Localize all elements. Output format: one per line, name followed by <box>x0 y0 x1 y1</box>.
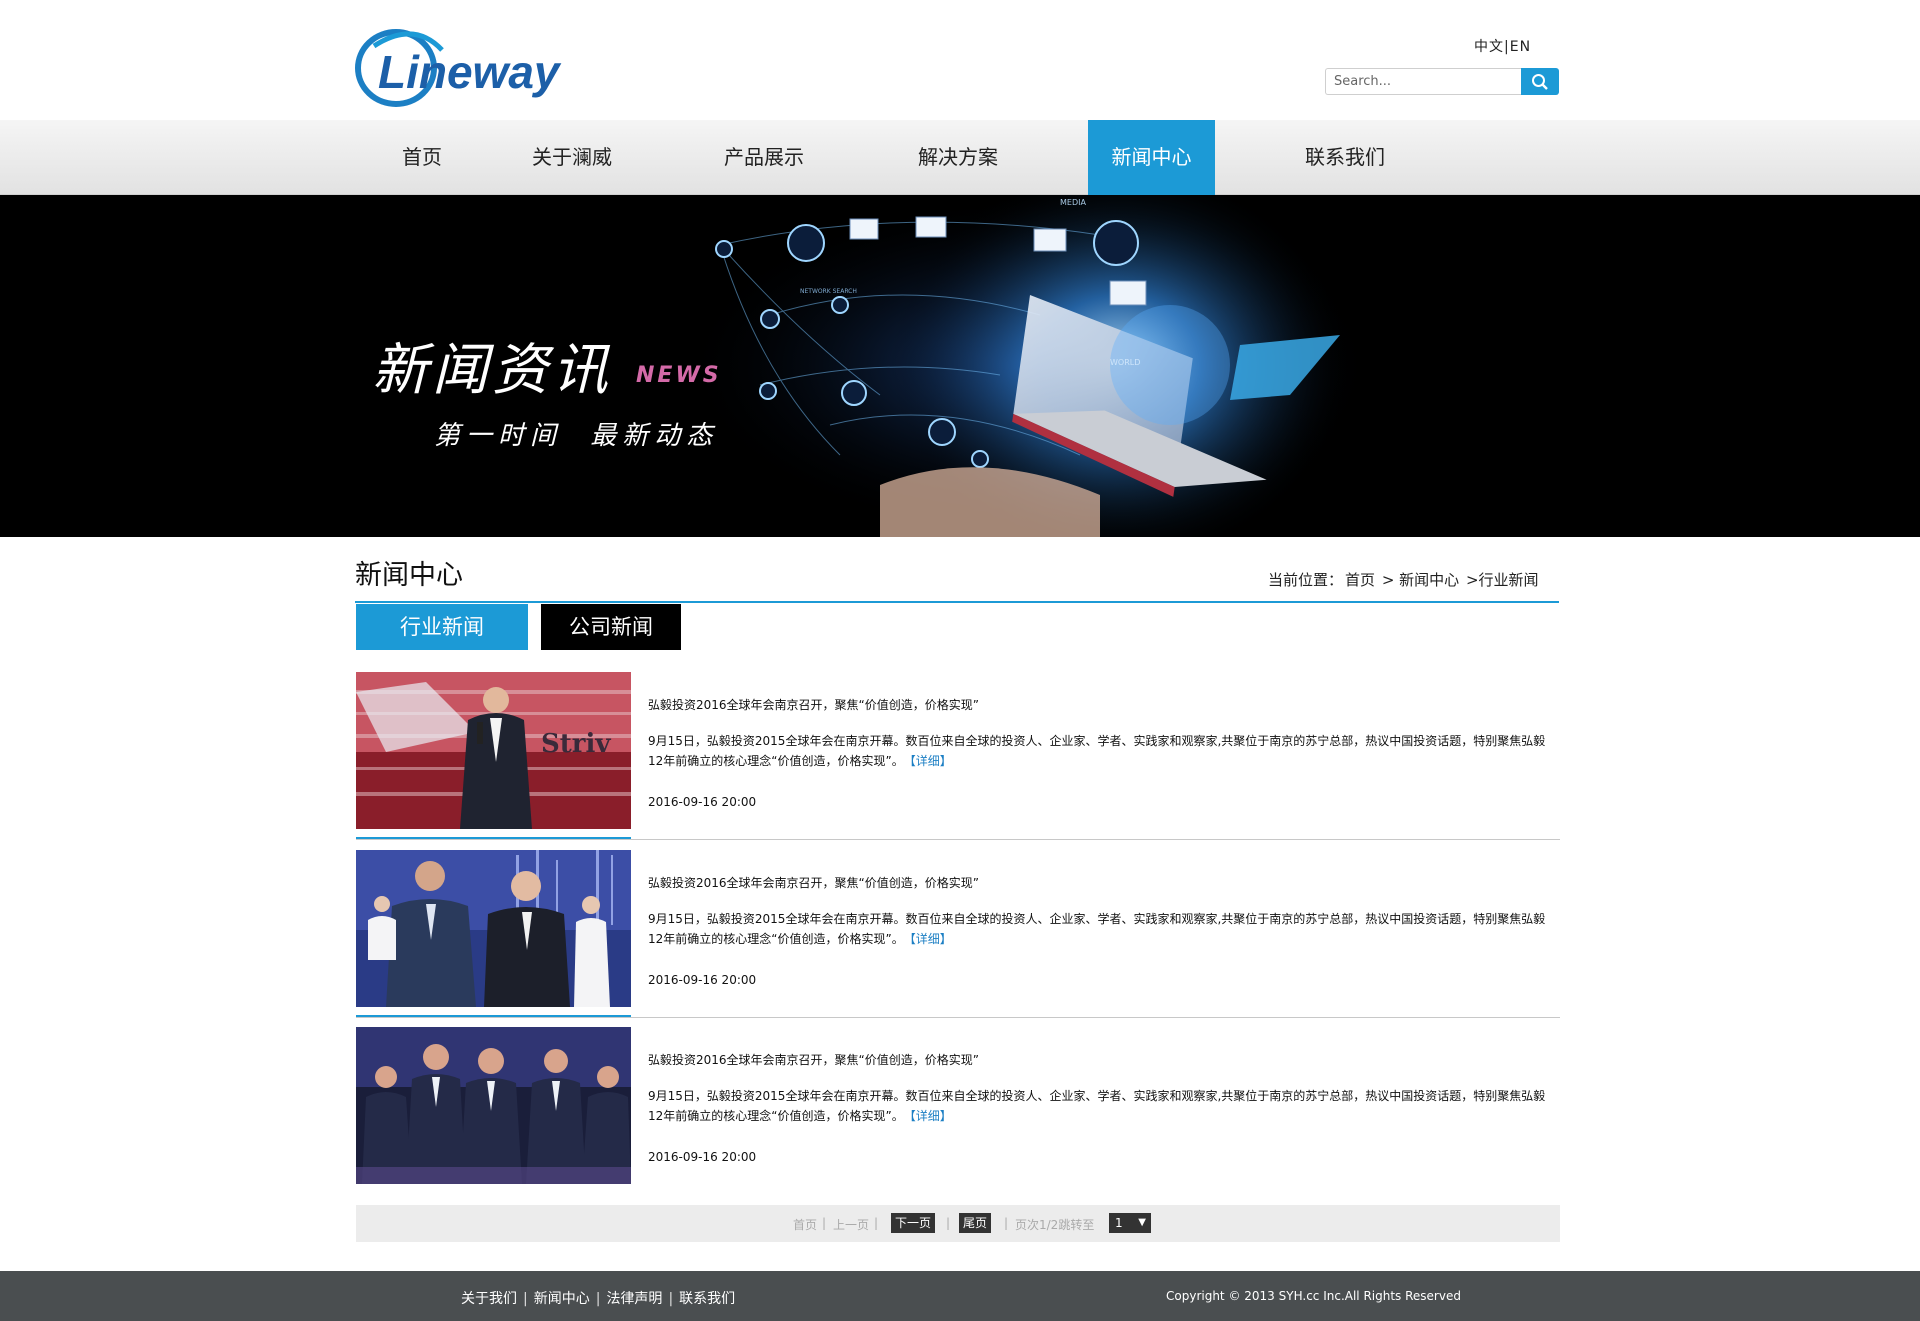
news-photo-speaker: Striv <box>356 672 631 829</box>
site-footer: 关于我们 | 新闻中心 | 法律声明 | 联系我们 Copyright © 2013 SYH… <box>0 1271 1920 1321</box>
news-more-link[interactable]: 【详细】 <box>910 1109 952 1123</box>
pager-separator: | <box>1004 1216 1009 1230</box>
banner-title-en: NEWS <box>636 363 722 388</box>
footer-link-legal[interactable]: 法律声明 <box>606 1291 662 1307</box>
search-box <box>1325 68 1559 95</box>
news-desc-text: 9月15日，弘毅投资2015全球年会在南京开幕。数百位来自全球的投资人、企业家、… <box>648 734 1546 768</box>
search-button[interactable] <box>1521 68 1559 95</box>
pager-first[interactable]: 首页 <box>793 1216 817 1233</box>
footer-separator: | <box>523 1291 528 1307</box>
breadcrumb-prefix: 当前位置： <box>1268 571 1344 589</box>
site-header: Lineway 中文|EN <box>0 0 1920 120</box>
breadcrumb-home[interactable]: 首页 <box>1345 571 1375 589</box>
footer-link-news[interactable]: 新闻中心 <box>534 1291 590 1307</box>
news-desc: 9月15日，弘毅投资2015全球年会在南京开幕。数百位来自全球的投资人、企业家、… <box>648 909 1548 949</box>
news-title[interactable]: 弘毅投资2016全球年会南京召开，聚焦“价值创造，价格实现” <box>648 696 979 713</box>
svg-text:MEDIA: MEDIA <box>1060 198 1086 207</box>
news-divider <box>356 839 1560 840</box>
lang-zh-link[interactable]: 中文 <box>1474 39 1504 55</box>
banner-title: 新闻资讯 <box>372 338 612 403</box>
news-date: 2016-09-16 20:00 <box>648 973 757 987</box>
svg-text:WORLD: WORLD <box>1110 358 1140 367</box>
pager-next-button[interactable]: 下一页 <box>891 1213 936 1233</box>
news-thumbnail[interactable] <box>356 1027 631 1184</box>
nav-item-about[interactable]: 关于澜威 <box>508 120 636 195</box>
page-select-value: 1 <box>1115 1216 1123 1230</box>
pager-separator: | <box>946 1216 951 1230</box>
pager-separator: | <box>822 1216 827 1230</box>
news-date: 2016-09-16 20:00 <box>648 795 757 809</box>
banner-subtitle: 第一时间 最新动态 <box>434 421 719 451</box>
news-date: 2016-09-16 20:00 <box>648 1150 757 1164</box>
nav-item-products[interactable]: 产品展示 <box>700 120 828 195</box>
footer-links: 关于我们 | 新闻中心 | 法律声明 | 联系我们 <box>461 1288 735 1308</box>
svg-text:Lineway: Lineway <box>378 46 562 98</box>
lang-en-link[interactable]: EN <box>1510 39 1531 55</box>
breadcrumb: 当前位置： 首页 > 新闻中心 >行业新闻 <box>1268 569 1541 590</box>
footer-link-contact[interactable]: 联系我们 <box>679 1291 735 1307</box>
search-input[interactable] <box>1325 68 1521 95</box>
pager-info: 页次1/2跳转至 <box>1015 1218 1095 1232</box>
news-desc: 9月15日，弘毅投资2015全球年会在南京开幕。数百位来自全球的投资人、企业家、… <box>648 1086 1548 1126</box>
footer-separator: | <box>668 1291 674 1307</box>
tab-industry-news[interactable]: 行业新闻 <box>356 604 528 650</box>
page-select[interactable]: 1 ▼ <box>1109 1213 1151 1233</box>
news-thumbnail[interactable]: Striv <box>356 672 631 829</box>
pager-last-button[interactable]: 尾页 <box>959 1213 992 1233</box>
nav-item-solutions[interactable]: 解决方案 <box>894 120 1022 195</box>
nav-item-news[interactable]: 新闻中心 <box>1088 120 1215 195</box>
news-banner: MEDIA WORLD NETWORK SEARCH 新闻资讯 NEWS 第一时… <box>0 195 1920 537</box>
svg-text:NETWORK SEARCH: NETWORK SEARCH <box>800 288 857 295</box>
copyright-text: Copyright © 2013 SYH.cc Inc.All Rights R… <box>1166 1289 1461 1303</box>
news-desc: 9月15日，弘毅投资2015全球年会在南京开幕。数百位来自全球的投资人、企业家、… <box>648 731 1548 771</box>
news-thumbnail[interactable] <box>356 850 631 1007</box>
lineway-logo[interactable]: Lineway <box>354 26 634 110</box>
breadcrumb-news[interactable]: > 新闻中心 <box>1382 571 1459 589</box>
news-divider <box>356 1017 1560 1018</box>
svg-text:Striv: Striv <box>541 729 611 759</box>
news-more-link[interactable]: 【详细】 <box>910 932 952 946</box>
news-photo-conversation <box>356 850 631 1007</box>
footer-link-about[interactable]: 关于我们 <box>461 1291 517 1307</box>
news-more-link[interactable]: 【详细】 <box>910 754 952 768</box>
news-title[interactable]: 弘毅投资2016全球年会南京召开，聚焦“价值创造，价格实现” <box>648 874 979 891</box>
pager-separator: | <box>874 1216 879 1230</box>
news-desc-text: 9月15日，弘毅投资2015全球年会在南京开幕。数百位来自全球的投资人、企业家、… <box>648 912 1546 946</box>
dropdown-arrow-icon: ▼ <box>1138 1217 1146 1228</box>
pager-prev[interactable]: 上一页 <box>833 1216 869 1233</box>
breadcrumb-industry[interactable]: >行业新闻 <box>1466 571 1539 589</box>
main-nav: 首页 关于澜威 产品展示 解决方案 新闻中心 联系我们 <box>0 120 1920 195</box>
nav-item-home[interactable]: 首页 <box>380 120 464 195</box>
pagination: 首页 | 上一页 | 下一页 | 尾页 | 页次1/2跳转至 1 ▼ <box>356 1205 1560 1242</box>
tab-company-news[interactable]: 公司新闻 <box>541 604 681 650</box>
banner-graphic: MEDIA WORLD NETWORK SEARCH <box>680 195 1380 537</box>
footer-separator: | <box>595 1291 601 1307</box>
section-divider <box>355 601 1559 603</box>
news-desc-text: 9月15日，弘毅投资2015全球年会在南京开幕。数百位来自全球的投资人、企业家、… <box>648 1089 1546 1123</box>
search-icon <box>1532 73 1548 90</box>
language-switch: 中文|EN <box>1474 36 1531 56</box>
news-title[interactable]: 弘毅投资2016全球年会南京召开，聚焦“价值创造，价格实现” <box>648 1051 979 1068</box>
news-photo-audience <box>356 1027 631 1184</box>
page-title: 新闻中心 <box>355 560 463 591</box>
nav-item-contact[interactable]: 联系我们 <box>1281 120 1409 195</box>
